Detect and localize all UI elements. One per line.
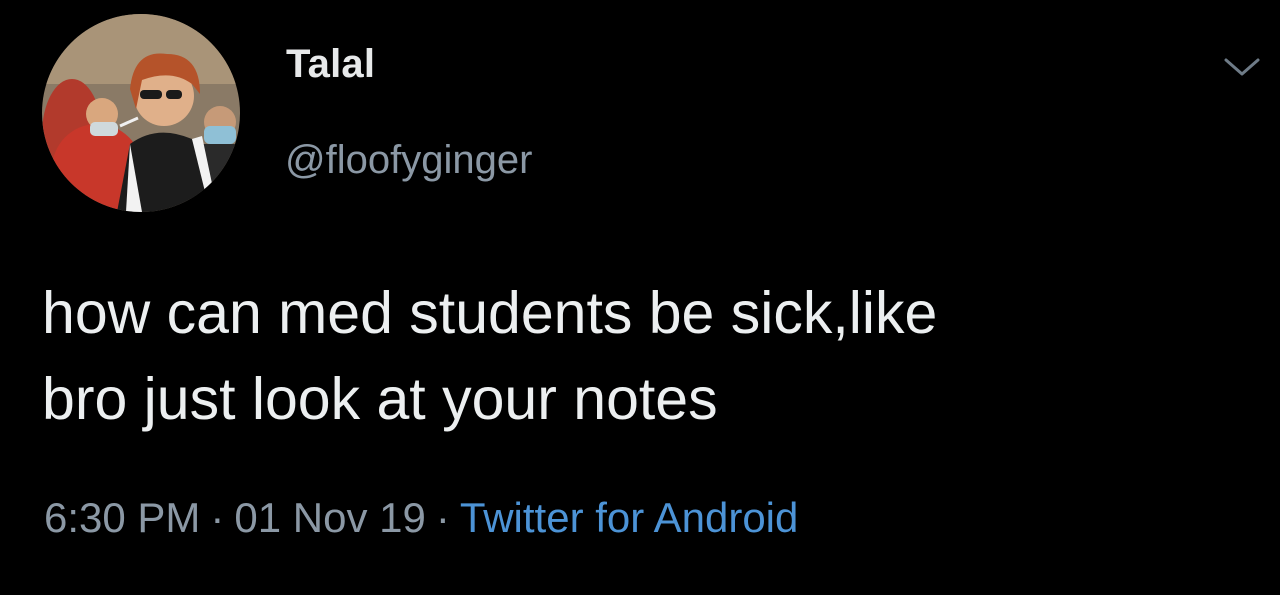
chevron-down-icon[interactable] [1222,52,1262,82]
user-handle[interactable]: @floofyginger [285,138,532,183]
tweet-source-link[interactable]: Twitter for Android [460,494,798,541]
display-name[interactable]: Talal [286,42,375,87]
meta-separator: · [435,494,450,541]
tweet-time[interactable]: 6:30 PM [44,494,200,541]
profile-photo-icon [42,14,240,212]
meta-separator: · [210,494,225,541]
tweet-date[interactable]: 01 Nov 19 [234,494,425,541]
avatar[interactable] [42,14,240,212]
tweet-meta: 6:30 PM · 01 Nov 19 · Twitter for Android [44,494,798,542]
tweet-text: how can med students be sick,like bro ju… [42,280,938,432]
tweet-card: Talal @floofyginger how can med students… [0,0,1280,595]
